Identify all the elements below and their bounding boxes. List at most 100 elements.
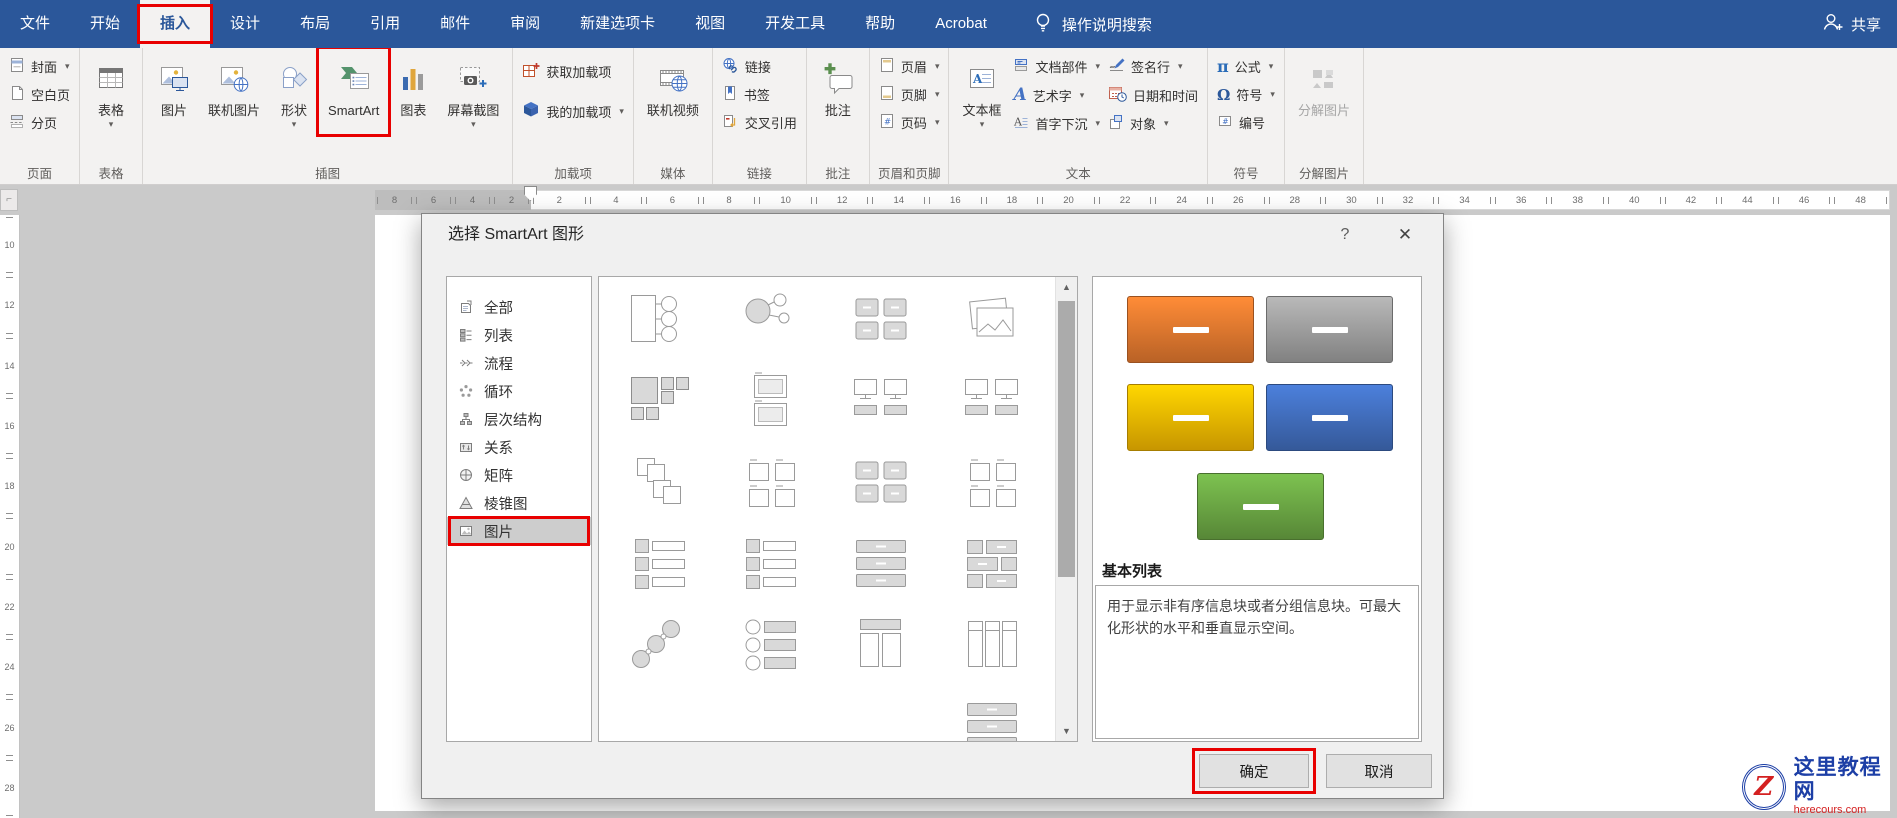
thumb-ascending-circles[interactable] xyxy=(617,614,703,674)
tab-开发工具[interactable]: 开发工具 xyxy=(745,0,845,48)
relationship-icon xyxy=(459,440,475,454)
pyramid-icon xyxy=(459,496,475,510)
category-循环[interactable]: 循环 xyxy=(447,377,591,405)
tab-开始[interactable]: 开始 xyxy=(70,0,140,48)
thumb-hex-partial[interactable] xyxy=(617,696,703,741)
链接-button[interactable]: 链接 xyxy=(718,56,801,77)
页脚-button[interactable]: 页脚 ▾ xyxy=(875,84,944,105)
thumb-framed-pictures[interactable] xyxy=(728,370,814,430)
thumb-picture-caption-rows[interactable] xyxy=(617,533,703,593)
tab-新建选项卡[interactable]: 新建选项卡 xyxy=(560,0,675,48)
category-层次结构[interactable]: 层次结构 xyxy=(447,405,591,433)
屏幕截图-button[interactable]: 屏幕截图 ▾ xyxy=(439,51,507,159)
图片-button[interactable]: 图片 xyxy=(148,51,200,159)
tab-邮件[interactable]: 邮件 xyxy=(420,0,490,48)
tab-selector-box[interactable]: ⌐ xyxy=(0,189,18,211)
封面-button[interactable]: 封面 ▾ xyxy=(5,56,74,77)
thumb-picture-screens[interactable] xyxy=(838,370,924,430)
category-图片[interactable]: 图片 xyxy=(447,516,591,546)
scrollbar-thumb[interactable] xyxy=(1058,301,1075,577)
layout-description: 用于显示非有序信息块或者分组信息块。可最大化形状的水平和垂直显示空间。 xyxy=(1095,585,1419,739)
thumb-alternating-picture-circles[interactable] xyxy=(728,289,814,349)
ribbon-group-2: 图片 联机图片 形状 ▾ SmartArt 图表 屏幕截图 ▾ 插图 xyxy=(143,46,514,184)
空白页-button[interactable]: 空白页 xyxy=(5,84,74,105)
thumb-picture-blocks[interactable] xyxy=(838,452,924,512)
thumb-dot-link-partial[interactable] xyxy=(838,696,924,741)
获取加载项-button[interactable]: 获取加载项 xyxy=(518,61,628,82)
公式-button[interactable]: π 公式 ▾ xyxy=(1213,56,1279,77)
dialog-close-button[interactable]: ✕ xyxy=(1381,214,1429,256)
tab-视图[interactable]: 视图 xyxy=(675,0,745,48)
表格-button[interactable]: 表格 ▾ xyxy=(85,51,137,159)
share-button[interactable]: 共享 xyxy=(1822,0,1881,48)
交叉引用-button[interactable]: 交叉引用 xyxy=(718,112,801,133)
site-watermark: Z 这里教程网 herecours.com xyxy=(1742,756,1897,817)
thumb-horizontal-bars[interactable] xyxy=(838,533,924,593)
thumb-horizontal-bars[interactable] xyxy=(949,696,1035,741)
ok-button[interactable]: 确定 xyxy=(1192,748,1316,794)
category-矩阵[interactable]: 矩阵 xyxy=(447,461,591,489)
thumb-bento-grid[interactable] xyxy=(949,533,1035,593)
tab-帮助[interactable]: 帮助 xyxy=(845,0,915,48)
thumb-titled-pictures[interactable] xyxy=(728,452,814,512)
dropdown-arrow-icon: ▾ xyxy=(108,119,114,129)
cross-reference-icon xyxy=(722,113,739,132)
联机视频-button[interactable]: 联机视频 xyxy=(639,51,707,159)
形状-button[interactable]: 形状 ▾ xyxy=(268,51,320,159)
thumb-dot-link-partial[interactable] xyxy=(728,696,814,741)
tab-Acrobat[interactable]: Acrobat xyxy=(915,0,1007,48)
thumb-vertical-picture-list[interactable] xyxy=(617,289,703,349)
分页-button[interactable]: 分页 xyxy=(5,112,74,133)
thumb-picture-screens[interactable] xyxy=(949,370,1035,430)
thumb-picture-caption-rows[interactable] xyxy=(728,533,814,593)
thumb-overlapping-pictures[interactable] xyxy=(617,452,703,512)
dropdown-arrow-icon: ▾ xyxy=(1270,89,1275,99)
dropdown-arrow-icon: ▾ xyxy=(65,61,70,71)
thumb-titled-pictures[interactable] xyxy=(949,452,1035,512)
thumb-header-columns[interactable] xyxy=(838,614,924,674)
页眉-button[interactable]: 页眉 ▾ xyxy=(875,56,944,77)
date-time-icon xyxy=(1108,85,1127,105)
对象-button[interactable]: 对象 ▾ xyxy=(1104,113,1202,134)
dialog-help-button[interactable]: ? xyxy=(1323,214,1367,256)
tell-me-search[interactable]: 操作说明搜索 xyxy=(1033,12,1152,37)
图表-button[interactable]: 图表 xyxy=(387,51,439,159)
页码-button[interactable]: # 页码 ▾ xyxy=(875,112,944,133)
签名行-button[interactable]: 签名行 ▾ xyxy=(1104,56,1202,77)
category-关系[interactable]: 关系 xyxy=(447,433,591,461)
scrollbar-up-icon[interactable]: ▲ xyxy=(1056,277,1077,297)
SmartArt-button[interactable]: SmartArt xyxy=(316,46,392,159)
category-列表[interactable]: 列表 xyxy=(447,321,591,349)
书签-button[interactable]: 书签 xyxy=(718,84,801,105)
category-全部[interactable]: 全部 xyxy=(447,293,591,321)
日期和时间-button[interactable]: 日期和时间 xyxy=(1104,84,1202,106)
我的加载项-button[interactable]: 我的加载项 ▾ xyxy=(518,100,628,122)
category-棱锥图[interactable]: 棱锥图 xyxy=(447,489,591,517)
gallery-scrollbar[interactable]: ▲ ▼ xyxy=(1055,277,1077,741)
cancel-button[interactable]: 取消 xyxy=(1326,754,1432,788)
首字下沉-button[interactable]: A 首字下沉 ▾ xyxy=(1009,113,1104,134)
thumb-circle-caption-rows[interactable] xyxy=(728,614,814,674)
联机图片-button[interactable]: 联机图片 xyxy=(200,51,268,159)
thumb-bending-picture-grid[interactable] xyxy=(617,370,703,430)
文本框-button[interactable]: A 文本框 ▾ xyxy=(954,51,1009,159)
thumb-picture-blocks[interactable] xyxy=(838,289,924,349)
文档部件-button[interactable]: 文档部件 ▾ xyxy=(1009,56,1104,77)
编号-button[interactable]: # 编号 xyxy=(1213,112,1279,133)
tab-布局[interactable]: 布局 xyxy=(280,0,350,48)
dropdown-arrow-icon: ▾ xyxy=(934,61,940,71)
category-流程[interactable]: 流程 xyxy=(447,349,591,377)
thumb-three-columns[interactable] xyxy=(949,614,1035,674)
tab-文件[interactable]: 文件 xyxy=(0,0,70,48)
批注-button[interactable]: 批注 xyxy=(812,51,864,159)
watermark-logo-icon: Z xyxy=(1742,763,1786,810)
艺术字-button[interactable]: A 艺术字 ▾ xyxy=(1009,84,1104,106)
tab-插入[interactable]: 插入 xyxy=(137,0,214,48)
符号-button[interactable]: Ω 符号 ▾ xyxy=(1213,84,1279,105)
tab-设计[interactable]: 设计 xyxy=(210,0,280,48)
thumb-stacked-pictures[interactable] xyxy=(949,289,1035,349)
scrollbar-down-icon[interactable]: ▼ xyxy=(1056,721,1077,741)
dropdown-arrow-icon: ▾ xyxy=(1268,61,1274,71)
tab-引用[interactable]: 引用 xyxy=(350,0,420,48)
tab-审阅[interactable]: 审阅 xyxy=(490,0,560,48)
